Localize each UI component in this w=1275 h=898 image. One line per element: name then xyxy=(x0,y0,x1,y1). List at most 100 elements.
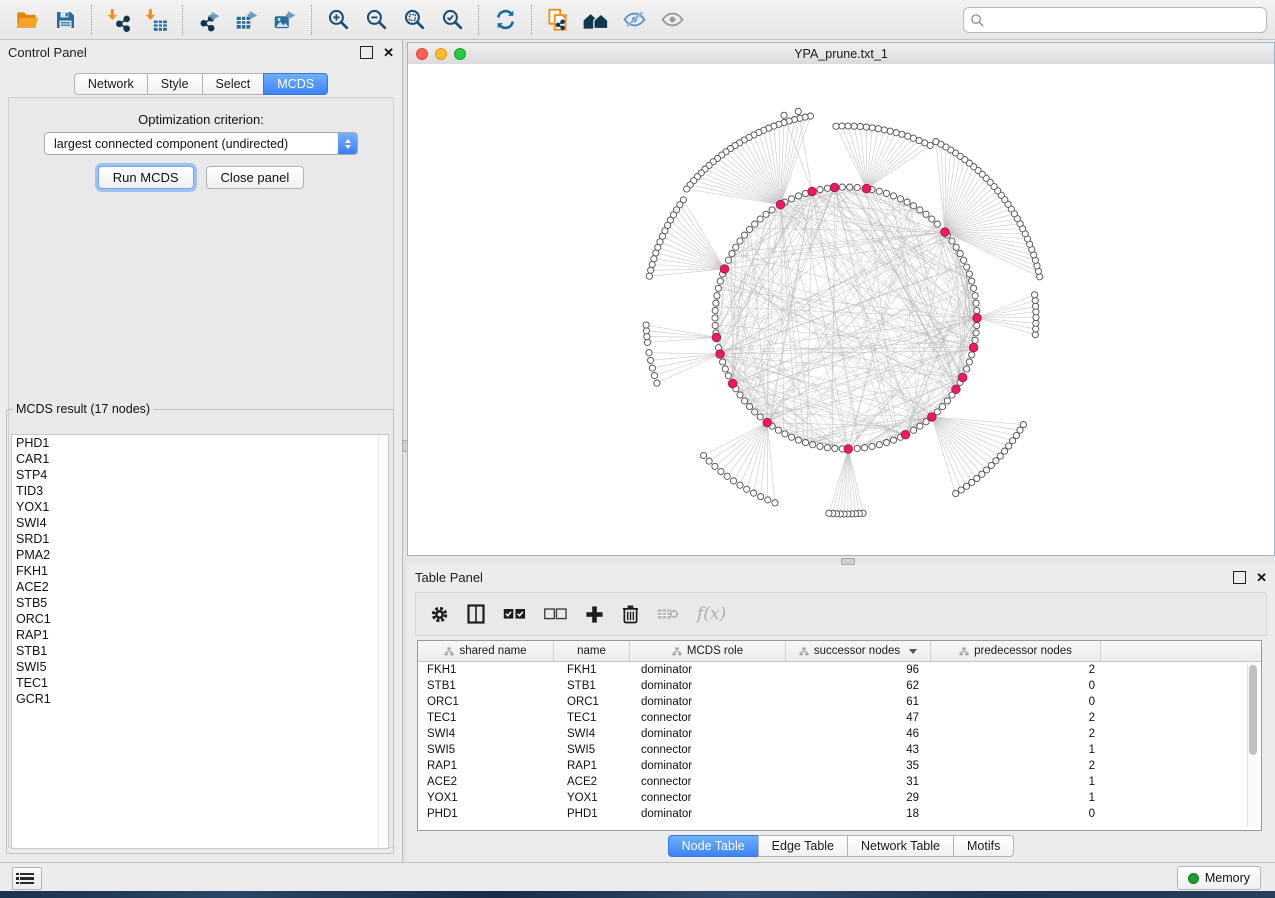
table-cell: FKH1 xyxy=(418,664,554,676)
import-table-button[interactable] xyxy=(139,4,173,36)
shared-column-icon xyxy=(799,647,809,656)
column-header-predecessor-nodes[interactable]: predecessor nodes xyxy=(931,641,1101,661)
mcds-result-item[interactable]: YOX1 xyxy=(12,499,388,515)
select-all-button[interactable] xyxy=(503,608,526,620)
main-toolbar xyxy=(0,0,1275,40)
mcds-result-item[interactable]: STB5 xyxy=(12,595,388,611)
mcds-result-item[interactable]: STB1 xyxy=(12,643,388,659)
float-panel-icon[interactable] xyxy=(1233,571,1246,584)
mcds-result-list[interactable]: PHD1CAR1STP4TID3YOX1SWI4SRD1PMA2FKH1ACE2… xyxy=(11,434,389,849)
refresh-button[interactable] xyxy=(488,4,522,36)
mcds-result-item[interactable]: SWI4 xyxy=(12,515,388,531)
splitter-grip[interactable] xyxy=(841,558,855,565)
task-history-button[interactable] xyxy=(12,867,42,890)
deselect-all-button[interactable] xyxy=(544,608,567,620)
mcds-result-item[interactable]: FKH1 xyxy=(12,563,388,579)
table-row[interactable]: STB1STB1dominator620 xyxy=(418,678,1261,694)
column-header-shared-name[interactable]: shared name xyxy=(418,641,554,661)
show-all-button[interactable] xyxy=(655,4,689,36)
table-cell: PHD1 xyxy=(554,808,630,820)
float-panel-icon[interactable] xyxy=(360,46,373,59)
memory-button[interactable]: Memory xyxy=(1177,866,1261,890)
mcds-result-item[interactable]: ORC1 xyxy=(12,611,388,627)
home-view-button[interactable] xyxy=(579,4,613,36)
show-columns-button[interactable] xyxy=(467,604,485,624)
horizontal-splitter[interactable] xyxy=(407,556,1275,565)
tab-mcds[interactable]: MCDS xyxy=(263,73,328,95)
mcds-list-scrollbar[interactable] xyxy=(378,435,388,848)
hide-selected-button[interactable] xyxy=(617,4,651,36)
table-cell: dominator xyxy=(630,760,786,772)
table-cell: PHD1 xyxy=(418,808,554,820)
table-cell: 29 xyxy=(786,792,931,804)
table-cell: connector xyxy=(630,792,786,804)
delete-table-icon xyxy=(657,607,679,621)
network-graph[interactable] xyxy=(408,64,1274,555)
mcds-result-item[interactable]: CAR1 xyxy=(12,451,388,467)
close-panel-button[interactable]: Close panel xyxy=(206,166,305,189)
plus-icon xyxy=(585,605,604,624)
table-row[interactable]: TEC1TEC1connector472 xyxy=(418,710,1261,726)
mcds-result-item[interactable]: PMA2 xyxy=(12,547,388,563)
tab-network-table[interactable]: Network Table xyxy=(847,835,954,857)
mcds-result-item[interactable]: STP4 xyxy=(12,467,388,483)
tab-node-table[interactable]: Node Table xyxy=(668,835,759,857)
table-scrollbar[interactable] xyxy=(1247,663,1258,827)
export-network-icon xyxy=(196,7,222,33)
criterion-select[interactable]: largest connected component (undirected) xyxy=(44,132,358,155)
table-row[interactable]: ORC1ORC1dominator610 xyxy=(418,694,1261,710)
table-row[interactable]: FKH1FKH1dominator962 xyxy=(418,662,1261,678)
mcds-result-item[interactable]: ACE2 xyxy=(12,579,388,595)
table-row[interactable]: ACE2ACE2connector311 xyxy=(418,774,1261,790)
tab-motifs[interactable]: Motifs xyxy=(953,835,1014,857)
mcds-result-item[interactable]: TEC1 xyxy=(12,675,388,691)
mcds-result-item[interactable]: GCR1 xyxy=(12,691,388,707)
tab-edge-table[interactable]: Edge Table xyxy=(758,835,848,857)
search-input[interactable] xyxy=(985,9,1266,31)
scrollbar-thumb[interactable] xyxy=(1249,665,1257,755)
column-header-name[interactable]: name xyxy=(554,641,630,661)
delete-column-button[interactable] xyxy=(622,604,639,624)
network-window-titlebar[interactable]: YPA_prune.txt_1 xyxy=(408,43,1274,65)
tab-select[interactable]: Select xyxy=(202,73,265,95)
zoom-selected-button[interactable] xyxy=(435,4,469,36)
mcds-result-item[interactable]: PHD1 xyxy=(12,435,388,451)
clone-network-button[interactable] xyxy=(541,4,575,36)
mcds-result-item[interactable]: SWI5 xyxy=(12,659,388,675)
table-row[interactable]: YOX1YOX1connector291 xyxy=(418,790,1261,806)
close-panel-icon[interactable]: ✕ xyxy=(383,47,394,58)
tab-style[interactable]: Style xyxy=(147,73,203,95)
delete-table-button[interactable] xyxy=(657,607,679,621)
table-settings-button[interactable] xyxy=(430,605,449,624)
export-image-icon xyxy=(272,7,298,33)
eye-slash-icon xyxy=(621,7,648,32)
add-column-button[interactable] xyxy=(585,605,604,624)
close-panel-icon[interactable]: ✕ xyxy=(1256,572,1267,583)
mcds-result-item[interactable]: SRD1 xyxy=(12,531,388,547)
zoom-in-button[interactable] xyxy=(321,4,355,36)
network-canvas[interactable] xyxy=(408,64,1274,555)
zoom-out-button[interactable] xyxy=(359,4,393,36)
table-cell: STB1 xyxy=(418,680,554,692)
table-cell: YOX1 xyxy=(554,792,630,804)
run-mcds-button[interactable]: Run MCDS xyxy=(98,166,194,189)
mcds-result-item[interactable]: TID3 xyxy=(12,483,388,499)
save-session-button[interactable] xyxy=(48,4,82,36)
search-box xyxy=(963,7,1267,33)
mcds-result-item[interactable]: RAP1 xyxy=(12,627,388,643)
table-cell: YOX1 xyxy=(418,792,554,804)
column-header-successor-nodes[interactable]: successor nodes xyxy=(786,641,931,661)
open-file-button[interactable] xyxy=(10,4,44,36)
export-image-button[interactable] xyxy=(268,4,302,36)
import-network-button[interactable] xyxy=(101,4,135,36)
zoom-fit-button[interactable] xyxy=(397,4,431,36)
table-row[interactable]: SWI5SWI5connector431 xyxy=(418,742,1261,758)
export-network-button[interactable] xyxy=(192,4,226,36)
export-table-button[interactable] xyxy=(230,4,264,36)
table-row[interactable]: PHD1PHD1dominator180 xyxy=(418,806,1261,822)
column-header-mcds-role[interactable]: MCDS role xyxy=(630,641,786,661)
tab-network[interactable]: Network xyxy=(74,73,148,95)
function-builder-button[interactable]: f(x) xyxy=(697,604,726,624)
table-row[interactable]: SWI4SWI4dominator462 xyxy=(418,726,1261,742)
table-row[interactable]: RAP1RAP1dominator352 xyxy=(418,758,1261,774)
